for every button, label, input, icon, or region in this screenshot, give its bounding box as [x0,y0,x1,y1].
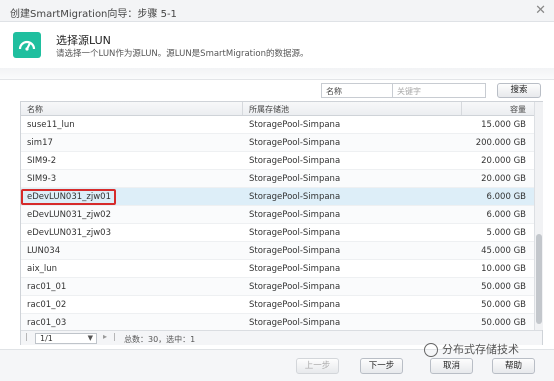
cell-capacity: 20.000 GB [481,174,526,184]
header-divider [0,68,554,80]
search-field-select[interactable]: 名称 [321,83,393,98]
cell-lun-name: sim17 [27,138,53,148]
cell-capacity: 50.000 GB [481,318,526,328]
table-row[interactable]: suse11_lun StoragePool-Simpana 15.000 GB [21,116,534,134]
column-header-name[interactable]: 名称 [27,104,43,115]
column-header-pool[interactable]: 所属存储池 [249,104,289,115]
last-page-icon[interactable]: | [113,332,116,341]
cell-lun-name: eDevLUN031_zjw02 [27,210,111,220]
cell-capacity: 15.000 GB [481,120,526,130]
column-separator [242,102,243,115]
cell-lun-name: rac01_03 [27,318,67,328]
cell-storage-pool: StoragePool-Simpana [249,210,341,220]
table-row[interactable]: rac01_01 StoragePool-Simpana 50.000 GB [21,278,534,296]
close-icon[interactable]: ✕ [535,3,546,18]
table-row[interactable]: LUN034 StoragePool-Simpana 45.000 GB [21,242,534,260]
cell-storage-pool: StoragePool-Simpana [249,156,341,166]
table-row[interactable]: rac01_02 StoragePool-Simpana 50.000 GB [21,296,534,314]
cancel-button[interactable]: 取消 [430,358,473,374]
column-separator [461,102,462,115]
cell-storage-pool: StoragePool-Simpana [249,138,341,148]
help-button[interactable]: 帮助 [492,358,535,374]
column-header-capacity[interactable]: 容量 [510,104,526,115]
lun-table: 名称 所属存储池 容量 » suse11_lunStoragePool-Simp… [20,101,543,345]
table-body: suse11_lun StoragePool-Simpana 15.000 GB si… [21,116,534,330]
vertical-scrollbar[interactable] [534,102,543,330]
cell-lun-name: rac01_02 [27,300,67,310]
table-row[interactable]: aix_lun StoragePool-Simpana 10.000 GB [21,260,534,278]
step-description: 请选择一个LUN作为源LUN。源LUN是SmartMigration的数据源。 [56,49,309,59]
step-title: 选择源LUN [56,34,111,47]
window-titlebar: 创建SmartMigration向导：步骤 5-1 ✕ [0,0,554,22]
cell-lun-name: rac01_01 [27,282,67,292]
cell-lun-name: eDevLUN031_zjw03 [27,228,111,238]
search-keyword-input[interactable]: 关键字 [393,83,486,98]
wechat-logo-icon [424,343,438,357]
page-value: 1/1 [40,334,53,343]
table-row[interactable]: eDevLUN031_zjw01 StoragePool-Simpana 6.000… [21,188,534,206]
cell-capacity: 45.000 GB [481,246,526,256]
search-button[interactable]: 搜索 [497,83,541,98]
cell-storage-pool: StoragePool-Simpana [249,264,341,274]
chevron-down-icon: ▼ [87,334,93,342]
previous-button[interactable]: 上一步 [296,358,339,374]
scrollbar-thumb[interactable] [536,234,542,324]
watermark-text: 分布式存储技术 [442,343,519,356]
next-button[interactable]: 下一步 [360,358,403,374]
table-row[interactable]: eDevLUN031_zjw03 StoragePool-Simpana 5.000… [21,224,534,242]
cell-storage-pool: StoragePool-Simpana [249,192,341,202]
cell-capacity: 6.000 GB [486,210,526,220]
cell-lun-name: LUN034 [27,246,61,256]
cell-storage-pool: StoragePool-Simpana [249,300,341,310]
next-page-icon[interactable]: ▸ [103,332,107,341]
window-title: 创建SmartMigration向导：步骤 5-1 [10,9,177,20]
cell-storage-pool: StoragePool-Simpana [249,246,341,256]
cell-capacity: 5.000 GB [486,228,526,238]
first-page-icon[interactable]: | [25,332,28,341]
cell-lun-name: aix_lun [27,264,57,274]
table-row[interactable]: SIM9-3 StoragePool-Simpana 20.000 GB [21,170,534,188]
page-select[interactable]: 1/1 ▼ [35,333,97,344]
cell-lun-name: SIM9-2 [27,156,57,166]
cell-capacity: 50.000 GB [481,300,526,310]
table-row[interactable]: SIM9-2 StoragePool-Simpana 20.000 GB [21,152,534,170]
table-header: 名称 所属存储池 容量 [21,102,534,116]
cell-capacity: 20.000 GB [481,156,526,166]
cell-lun-name: SIM9-3 [27,174,57,184]
migration-gauge-icon [13,32,41,58]
cell-capacity: 50.000 GB [481,282,526,292]
cell-storage-pool: StoragePool-Simpana [249,318,341,328]
table-row[interactable]: sim17 StoragePool-Simpana 200.000 GB [21,134,534,152]
cell-storage-pool: StoragePool-Simpana [249,174,341,184]
table-row[interactable]: eDevLUN031_zjw02 StoragePool-Simpana 6.000… [21,206,534,224]
selection-highlight-box [21,189,116,205]
cell-capacity: 200.000 GB [475,138,526,148]
watermark: 分布式存储技术 [424,341,519,357]
cell-storage-pool: StoragePool-Simpana [249,228,341,238]
cell-storage-pool: StoragePool-Simpana [249,282,341,292]
cell-lun-name: suse11_lun [27,120,75,130]
table-row[interactable]: rac01_03 StoragePool-Simpana 50.000 GB [21,314,534,330]
table-summary: 总数：30，选中：1 [124,335,196,344]
cell-storage-pool: StoragePool-Simpana [249,120,341,130]
wizard-header: 选择源LUN 请选择一个LUN作为源LUN。源LUN是SmartMigratio… [0,22,554,68]
cell-capacity: 10.000 GB [481,264,526,274]
cell-capacity: 6.000 GB [486,192,526,202]
